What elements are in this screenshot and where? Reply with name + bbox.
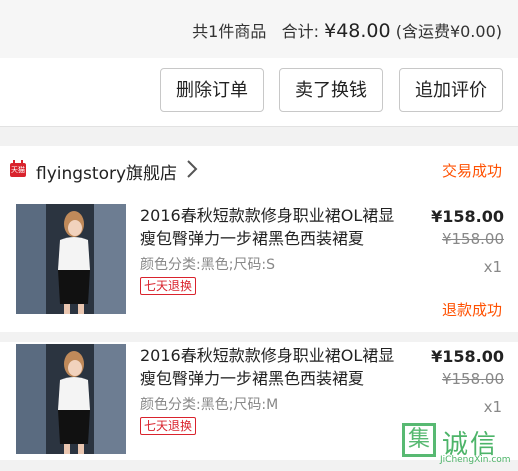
product-image[interactable]: [16, 204, 126, 314]
original-price: ¥158.00: [441, 230, 504, 248]
watermark-site: JiChengXin.com: [440, 455, 511, 465]
sell-for-cash-button[interactable]: 卖了换钱: [279, 68, 383, 112]
order-summary-bar: 共1件商品 合计: ¥48.00 (含运费¥0.00): [0, 0, 518, 60]
shop-header[interactable]: 天猫 flyingstory旗舰店 交易成功: [0, 146, 518, 194]
product-sku: 颜色分类:黑色;尺码:M: [140, 397, 279, 413]
order-actions: 删除订单 卖了换钱 追加评价: [0, 58, 518, 127]
original-price: ¥158.00: [441, 370, 504, 388]
order-item[interactable]: 2016春秋短款款修身职业裙OL裙显瘦包臀弹力一步裙黑色西装裙夏 颜色分类:黑色…: [0, 204, 518, 324]
order-card: 天猫 flyingstory旗舰店 交易成功 2016春秋短款款修身职业裙OL裙…: [0, 146, 518, 460]
product-sku: 颜色分类:黑色;尺码:S: [140, 257, 276, 273]
delete-order-button[interactable]: 删除订单: [160, 68, 264, 112]
quantity: x1: [483, 258, 502, 276]
shop-name[interactable]: flyingstory旗舰店: [36, 159, 177, 184]
site-watermark: 集 诚信 JiChengXin.com: [398, 423, 512, 467]
shipping-fee: (含运费¥0.00): [395, 22, 502, 41]
watermark-logo: 集: [402, 423, 436, 457]
current-price: ¥158.00: [431, 347, 504, 366]
tmall-icon: 天猫: [10, 160, 26, 177]
seven-day-return-badge: 七天退换: [140, 417, 197, 435]
product-title[interactable]: 2016春秋短款款修身职业裙OL裙显瘦包臀弹力一步裙黑色西装裙夏: [140, 344, 410, 390]
item-count: 共1件商品: [192, 22, 267, 41]
seven-day-return-badge: 七天退换: [140, 277, 197, 295]
current-price: ¥158.00: [431, 207, 504, 226]
add-review-button[interactable]: 追加评价: [399, 68, 503, 112]
divider: [0, 332, 518, 342]
product-image[interactable]: [16, 344, 126, 454]
order-status: 交易成功: [441, 162, 502, 180]
quantity: x1: [483, 398, 502, 416]
order-summary: 共1件商品 合计: ¥48.00 (含运费¥0.00): [192, 18, 502, 42]
total-price: ¥48.00: [324, 20, 391, 42]
total-label: 合计:: [281, 22, 320, 41]
product-title[interactable]: 2016春秋短款款修身职业裙OL裙显瘦包臀弹力一步裙黑色西装裙夏: [140, 204, 410, 250]
chevron-right-icon[interactable]: [184, 158, 200, 180]
refund-status: 退款成功: [441, 301, 502, 319]
